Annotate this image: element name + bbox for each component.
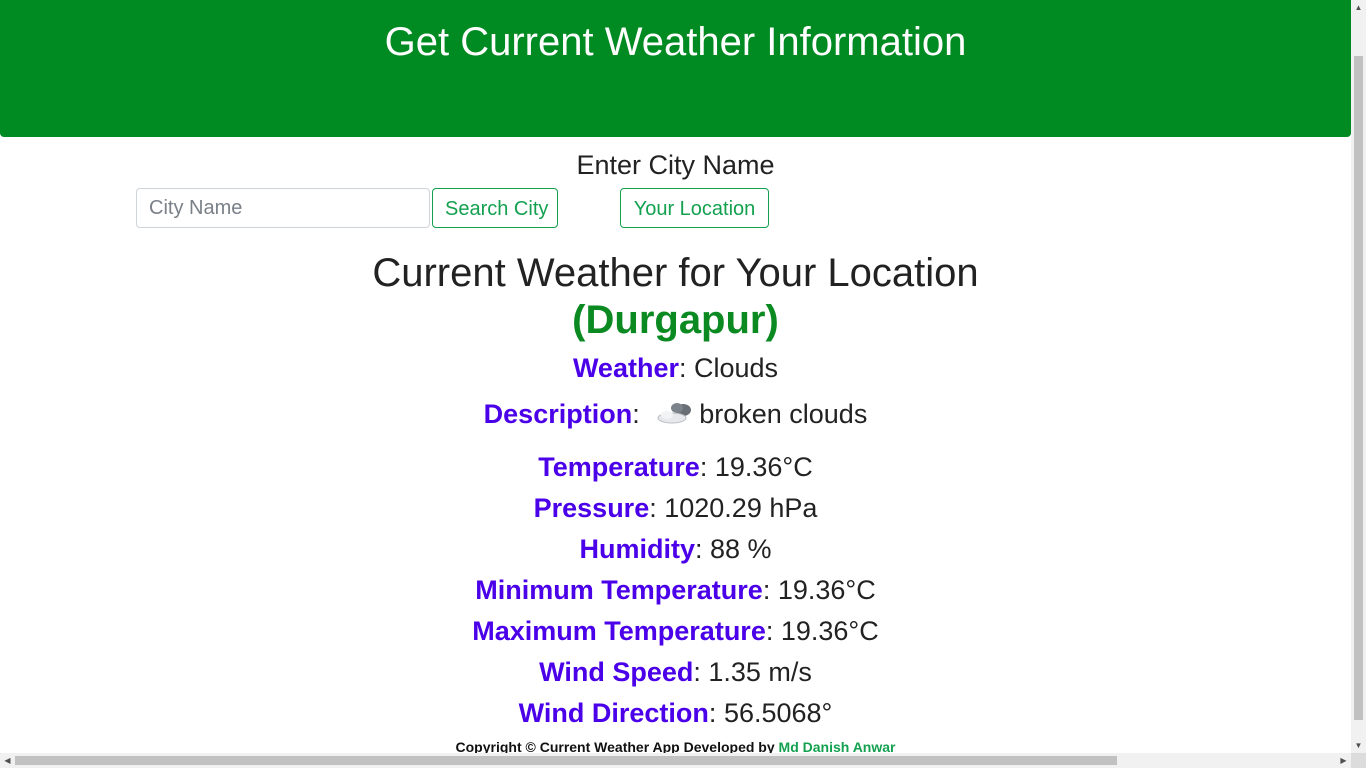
humidity-sep: : [694,534,710,564]
scrollbar-corner [1351,753,1366,768]
wind-direction-label: Wind Direction [518,698,709,728]
description-sep: : [632,399,648,429]
header-banner: Get Current Weather Information [0,0,1351,137]
author-link[interactable]: Md Danish Anwar [779,739,896,753]
min-temperature-row: Minimum Temperature: 19.36°C [0,573,1351,607]
weather-title: Current Weather for Your Location [372,251,979,295]
your-location-button[interactable]: Your Location [620,188,769,228]
min-temperature-sep: : [762,575,778,605]
temperature-label: Temperature [538,452,700,482]
humidity-value: 88 % [709,534,772,564]
wind-speed-row: Wind Speed: 1.35 m/s [0,655,1351,689]
wind-direction-value: 56.5068° [723,698,833,728]
wind-direction-sep: : [708,698,724,728]
min-temperature-value: 19.36°C [777,575,876,605]
description-value: broken clouds [699,399,868,429]
footer: Copyright © Current Weather App Develope… [0,738,1351,753]
city-name: (Durgapur) [572,298,779,342]
min-temperature-label: Minimum Temperature [475,575,763,605]
temperature-sep: : [699,452,715,482]
max-temperature-label: Maximum Temperature [472,616,766,646]
wind-speed-value: 1.35 m/s [708,657,812,687]
weather-label: Weather [572,353,679,383]
max-temperature-sep: : [765,616,781,646]
wind-direction-row: Wind Direction: 56.5068° [0,696,1351,730]
weather-sep: : [678,353,694,383]
vertical-scrollbar[interactable]: ▲ ▼ [1351,0,1366,753]
footer-text: Copyright © Current Weather App Develope… [455,739,779,753]
horizontal-scrollbar[interactable]: ◀ ▶ [0,753,1351,768]
temperature-row: Temperature: 19.36°C [0,450,1351,484]
description-label: Description [483,399,633,429]
weather-value: Clouds [694,353,779,383]
scroll-up-arrow-icon[interactable]: ▲ [1351,0,1366,15]
weather-row: Weather: Clouds [0,351,1351,385]
pressure-label: Pressure [533,493,650,523]
max-temperature-row: Maximum Temperature: 19.36°C [0,614,1351,648]
scroll-left-arrow-icon[interactable]: ◀ [0,753,15,768]
pressure-sep: : [649,493,665,523]
scroll-right-arrow-icon[interactable]: ▶ [1336,753,1351,768]
scroll-down-arrow-icon[interactable]: ▼ [1351,738,1366,753]
humidity-label: Humidity [579,534,695,564]
humidity-row: Humidity: 88 % [0,532,1351,566]
broken-clouds-icon [655,399,695,427]
max-temperature-value: 19.36°C [780,616,879,646]
pressure-row: Pressure: 1020.29 hPa [0,491,1351,525]
wind-speed-label: Wind Speed [539,657,694,687]
pressure-value: 1020.29 hPa [664,493,818,523]
wind-speed-sep: : [693,657,709,687]
page-title: Get Current Weather Information [384,20,967,64]
temperature-value: 19.36°C [714,452,813,482]
enter-city-heading: Enter City Name [576,150,775,180]
search-city-button[interactable]: Search City [432,188,558,228]
description-row: Description: broken clouds [0,397,1351,431]
horizontal-scrollbar-thumb[interactable] [15,756,1117,765]
city-name-input[interactable] [136,188,430,228]
page: Get Current Weather Information Enter Ci… [0,0,1351,753]
vertical-scrollbar-thumb[interactable] [1354,56,1363,720]
